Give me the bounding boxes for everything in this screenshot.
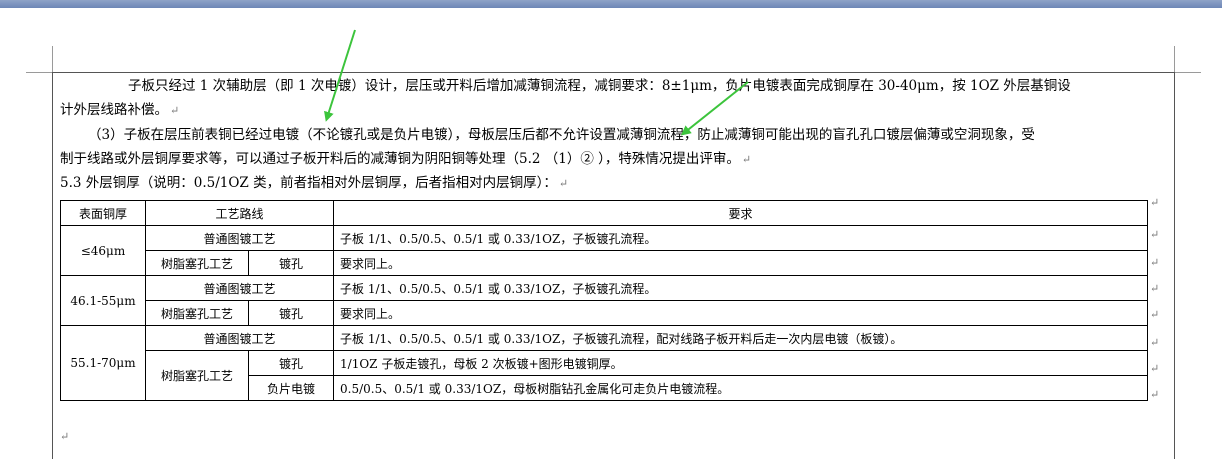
margin-mark-top-left-v: [52, 46, 53, 72]
sub-route-cell[interactable]: 镀孔: [247, 300, 335, 326]
requirement-cell[interactable]: 1/1OZ 子板走镀孔，母板 2 次板镀+图形电镀铜厚。: [333, 350, 1149, 376]
copper-thickness-table[interactable]: 表面铜厚 工艺路线 要求 ≤46μm 普通图镀工艺 子板 1/1、0.5/0.5…: [60, 200, 1149, 401]
thickness-cell[interactable]: 55.1-70μm: [60, 325, 146, 401]
row-end-mark-icon: ↵: [1150, 308, 1160, 321]
requirement-cell[interactable]: 要求同上。: [333, 250, 1149, 276]
requirement-cell[interactable]: 子板 1/1、0.5/0.5、0.5/1 或 0.33/1OZ，子板镀孔流程。: [333, 275, 1149, 301]
table-row: 树脂塞孔工艺 镀孔 1/1OZ 子板走镀孔，母板 2 次板镀+图形电镀铜厚。: [61, 350, 1149, 401]
page-border-right: [1174, 72, 1175, 459]
table-header-cell[interactable]: 工艺路线: [144, 200, 335, 226]
thickness-cell[interactable]: 46.1-55μm: [60, 275, 146, 326]
row-end-mark-icon: ↵: [1150, 228, 1160, 241]
margin-mark-top-left-h: [26, 72, 52, 73]
paragraph-2[interactable]: （3）子板在层压前表铜已经过电镀（不论镀孔或是负片电镀），母板层压后都不允许设置…: [60, 123, 1170, 147]
thickness-cell[interactable]: ≤46μm: [60, 225, 146, 276]
paragraph-2-line-2: 制于线路或外层铜厚要求等，可以通过子板开料后的减薄铜为阴阳铜等处理（5.2 （1…: [60, 151, 740, 167]
route-cell[interactable]: 树脂塞孔工艺: [145, 350, 249, 401]
table-header-cell[interactable]: 表面铜厚: [60, 200, 146, 226]
table-row: 树脂塞孔工艺 镀孔 要求同上。: [61, 300, 1149, 326]
paragraph-1-line-2: 计外层线路补偿。: [60, 102, 168, 118]
paragraph-1[interactable]: 子板只经过 1 次辅助层（即 1 次电镀）设计，层压或开料后增加减薄铜流程，减铜…: [60, 74, 1170, 98]
paragraph-mark-icon: ↵: [558, 177, 569, 190]
sub-route-cell[interactable]: 镀孔: [247, 250, 335, 276]
page-border-top: [52, 72, 1175, 73]
row-end-mark-icon: ↵: [1150, 362, 1160, 375]
row-end-mark-icon: ↵: [1150, 388, 1160, 401]
document-body[interactable]: 子板只经过 1 次辅助层（即 1 次电镀）设计，层压或开料后增加减薄铜流程，减铜…: [60, 74, 1170, 195]
row-end-mark-icon: ↵: [1150, 256, 1160, 269]
sub-route-cell[interactable]: 负片电镀: [247, 375, 335, 401]
margin-mark-top-right-v: [1174, 46, 1175, 72]
paragraph-1-line-1: 子板只经过 1 次辅助层（即 1 次电镀）设计，层压或开料后增加减薄铜流程，减铜…: [128, 78, 1071, 94]
empty-paragraph-mark-icon: ↵: [60, 430, 70, 443]
section-heading-text: 5.3 外层铜厚（说明：0.5/1OZ 类，前者指相对外层铜厚，后者指相对内层铜…: [60, 175, 557, 191]
paragraph-1-cont[interactable]: 计外层线路补偿。 ↵: [60, 98, 1170, 123]
requirement-cell[interactable]: 子板 1/1、0.5/0.5、0.5/1 或 0.33/1OZ，子板镀孔流程，配…: [333, 325, 1149, 351]
sub-route-cell[interactable]: 镀孔: [247, 350, 335, 376]
row-end-mark-icon: ↵: [1150, 336, 1160, 349]
paragraph-mark-icon: ↵: [741, 153, 752, 166]
window-title-bar: [0, 0, 1222, 8]
section-heading-5-3[interactable]: 5.3 外层铜厚（说明：0.5/1OZ 类，前者指相对外层铜厚，后者指相对内层铜…: [60, 172, 1170, 195]
table-row: 46.1-55μm 普通图镀工艺 子板 1/1、0.5/0.5、0.5/1 或 …: [60, 275, 1149, 326]
margin-mark-top-right-h: [1175, 72, 1201, 73]
route-cell[interactable]: 普通图镀工艺: [144, 325, 335, 351]
row-end-mark-icon: ↵: [1150, 282, 1160, 295]
requirement-cell[interactable]: 子板 1/1、0.5/0.5、0.5/1 或 0.33/1OZ，子板镀孔流程。: [333, 225, 1149, 251]
table-row: 树脂塞孔工艺 镀孔 要求同上。: [61, 250, 1149, 276]
route-cell[interactable]: 普通图镀工艺: [144, 225, 335, 251]
requirement-cell[interactable]: 要求同上。: [333, 300, 1149, 326]
table-row: ≤46μm 普通图镀工艺 子板 1/1、0.5/0.5、0.5/1 或 0.33…: [60, 225, 1149, 276]
route-cell[interactable]: 树脂塞孔工艺: [145, 250, 249, 276]
table-row: 55.1-70μm 普通图镀工艺 子板 1/1、0.5/0.5、0.5/1 或 …: [60, 325, 1149, 401]
requirement-cell[interactable]: 0.5/0.5、0.5/1 或 0.33/1OZ，母板树脂钻孔金属化可走负片电镀…: [333, 375, 1149, 401]
row-end-mark-icon: ↵: [1150, 196, 1160, 209]
paragraph-mark-icon: ↵: [170, 104, 180, 117]
table-header-row: 表面铜厚 工艺路线 要求: [60, 200, 1149, 226]
paragraph-2-cont[interactable]: 制于线路或外层铜厚要求等，可以通过子板开料后的减薄铜为阴阳铜等处理（5.2 （1…: [60, 147, 1170, 172]
paragraph-2-line-1: （3）子板在层压前表铜已经过电镀（不论镀孔或是负片电镀），母板层压后都不允许设置…: [88, 127, 1035, 143]
route-cell[interactable]: 普通图镀工艺: [144, 275, 335, 301]
table-header-cell[interactable]: 要求: [333, 200, 1149, 226]
page-border-left: [52, 72, 53, 459]
route-cell[interactable]: 树脂塞孔工艺: [145, 300, 249, 326]
